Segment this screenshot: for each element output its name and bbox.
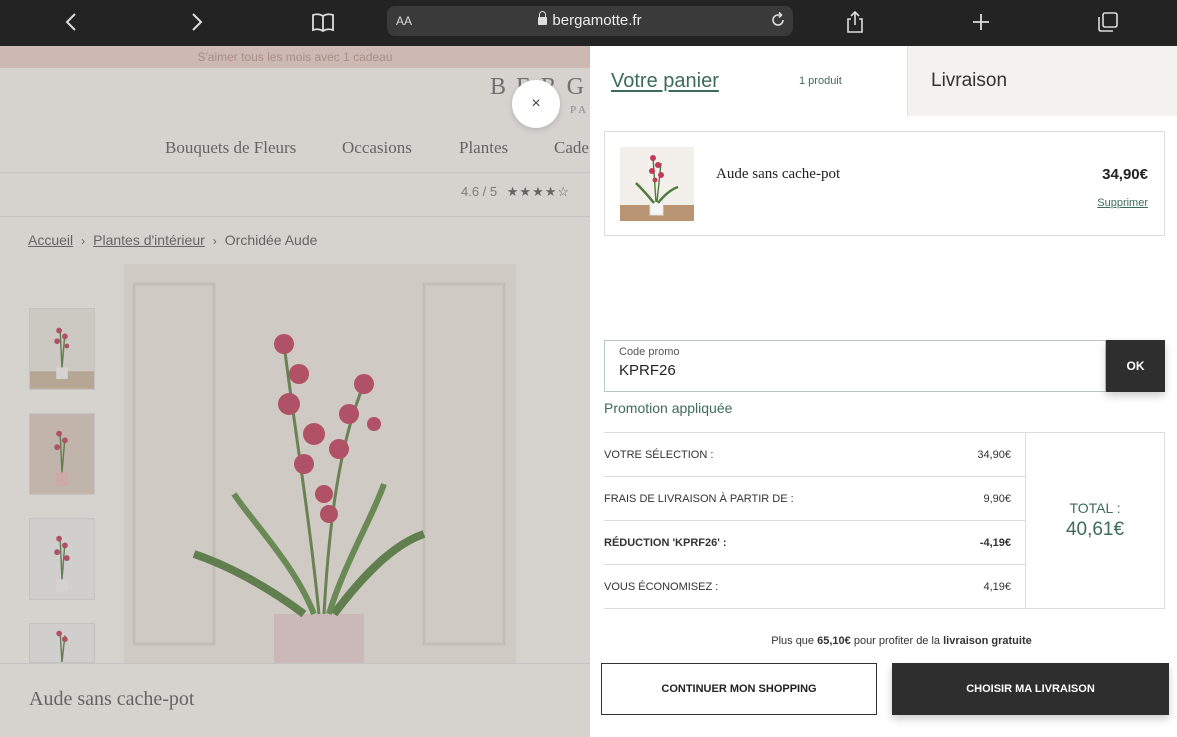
summary-value: 9,90€ [983, 493, 1011, 505]
summary-row-savings: VOUS ÉCONOMISEZ : 4,19€ [604, 565, 1025, 609]
close-icon: × [531, 95, 541, 112]
share-icon[interactable] [840, 8, 870, 36]
cart-item-image [620, 147, 694, 221]
total-value: 40,61€ [1065, 519, 1125, 540]
bookmarks-icon[interactable] [308, 8, 338, 36]
summary-value: -4,19€ [979, 537, 1011, 549]
choose-delivery-button[interactable]: CHOISIR MA LIVRAISON [892, 663, 1169, 715]
cart-item: Aude sans cache-pot 34,90€ Supprimer [604, 131, 1165, 236]
url-text: bergamotte.fr [552, 12, 642, 29]
close-cart-button[interactable]: × [512, 80, 560, 128]
summary-row-discount: RÉDUCTION 'KPRF26' : -4,19€ [604, 521, 1025, 565]
tabs-icon[interactable] [1093, 8, 1123, 36]
new-tab-icon[interactable] [966, 8, 996, 36]
browser-toolbar: AA bergamotte.fr [0, 0, 1177, 46]
tab-shipping[interactable]: Livraison [907, 46, 1177, 116]
order-total: TOTAL : 40,61€ [1025, 433, 1165, 609]
shipping-tab-label: Livraison [931, 70, 1008, 91]
summary-row-shipping: FRAIS DE LIVRAISON À PARTIR DE : 9,90€ [604, 477, 1025, 521]
cart-title[interactable]: Votre panier [611, 70, 719, 93]
lock-icon [538, 11, 548, 25]
promo-code-field[interactable]: Code promo KPRF26 [604, 340, 1106, 392]
address-bar[interactable]: AA bergamotte.fr [387, 6, 793, 36]
cart-item-name: Aude sans cache-pot [716, 166, 841, 182]
promo-status: Promotion appliquée [604, 400, 733, 416]
remove-item-link[interactable]: Supprimer [1097, 197, 1148, 209]
summary-value: 34,90€ [977, 449, 1011, 461]
total-label: TOTAL : [1069, 500, 1121, 516]
promo-code-input[interactable]: KPRF26 [619, 362, 676, 379]
summary-label: VOTRE SÉLECTION : [604, 449, 714, 461]
summary-label: FRAIS DE LIVRAISON À PARTIR DE : [604, 493, 794, 505]
summary-value: 4,19€ [983, 581, 1011, 593]
forward-icon[interactable] [182, 8, 212, 36]
cart-panel: Votre panier 1 produit Livraison Aude sa… [590, 46, 1177, 737]
promo-code-label: Code promo [619, 346, 680, 358]
free-shipping-middle: pour profiter de la [853, 635, 941, 647]
modal-backdrop[interactable] [0, 46, 590, 737]
order-summary: VOTRE SÉLECTION : 34,90€ FRAIS DE LIVRAI… [604, 432, 1165, 609]
summary-label: RÉDUCTION 'KPRF26' : [604, 537, 727, 549]
continue-shopping-button[interactable]: CONTINUER MON SHOPPING [601, 663, 877, 715]
summary-label: VOUS ÉCONOMISEZ : [604, 581, 719, 593]
back-icon[interactable] [56, 8, 86, 36]
reload-icon[interactable] [769, 11, 787, 34]
summary-row-selection: VOTRE SÉLECTION : 34,90€ [604, 433, 1025, 477]
tab-cart[interactable]: Votre panier 1 produit [590, 46, 907, 116]
free-shipping-highlight: livraison gratuite [943, 635, 1032, 647]
promo-apply-button[interactable]: OK [1106, 340, 1165, 392]
cart-item-price: 34,90€ [1102, 166, 1148, 183]
free-shipping-prefix: Plus que [771, 635, 815, 647]
free-shipping-note: Plus que 65,10€ pour profiter de la livr… [590, 635, 1177, 647]
cart-item-count: 1 produit [799, 75, 842, 87]
free-shipping-amount: 65,10€ [817, 635, 851, 647]
